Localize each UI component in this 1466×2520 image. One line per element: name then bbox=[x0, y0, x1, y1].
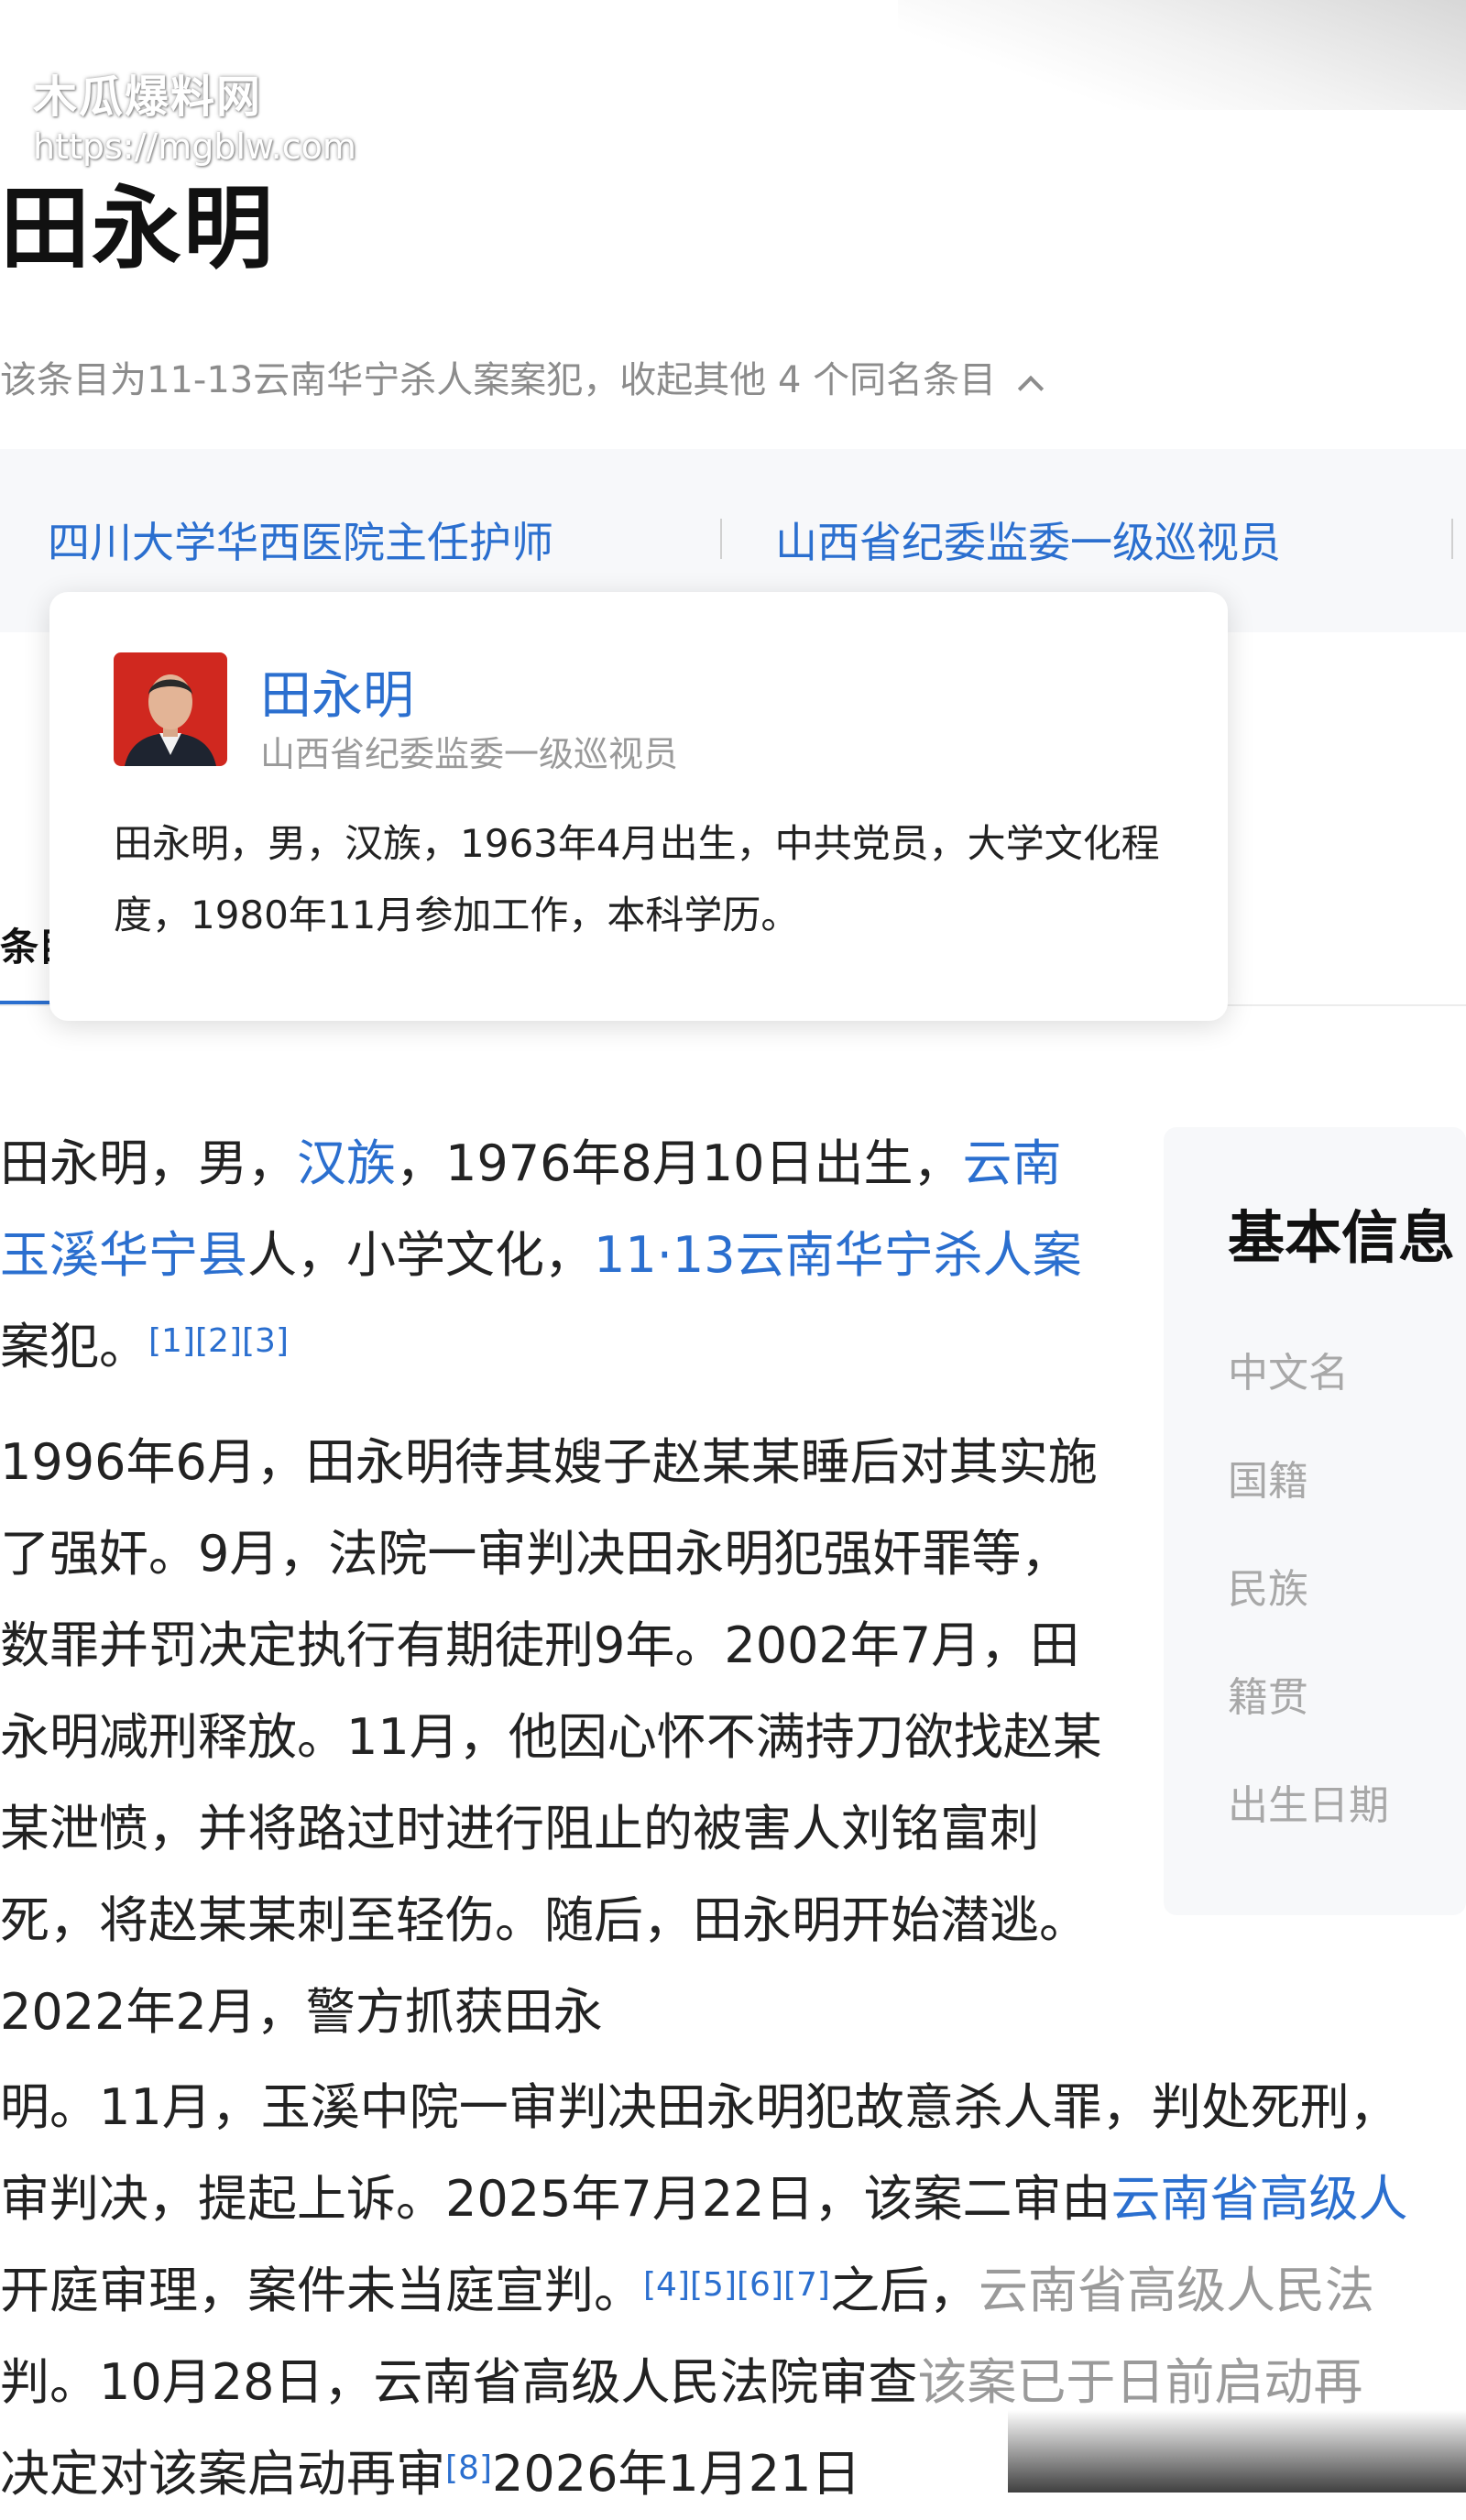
watermark: 木瓜爆料网 https://mgblw.com bbox=[33, 60, 356, 167]
info-label-chinese-name: 中文名 bbox=[1228, 1350, 1349, 1397]
disambiguation-text: 该条目为11-13云南华宁杀人案案犯，收起其他 4 个同名条目 bbox=[0, 359, 997, 401]
person-photo-icon bbox=[114, 652, 227, 766]
text-segment: 判。10月28日，云南省高级人民法院审查 bbox=[0, 2353, 918, 2411]
basic-info-panel: 基本信息 中文名 国籍 民族 籍贯 出生日期 bbox=[1164, 1127, 1466, 1915]
text-segment: 审判决，提起上诉。2025年7月22日，该案二审由 bbox=[0, 2170, 1111, 2228]
same-name-tab-1[interactable]: 四川大学华西医院主任护师 bbox=[48, 509, 553, 570]
ethnicity-link[interactable]: 汉族 bbox=[297, 1134, 396, 1192]
article-body: 田永明，男，汉族，1976年8月10日出生，云南玉溪华宁县人，小学文化，11·1… bbox=[0, 1118, 1109, 2082]
chevron-up-icon[interactable] bbox=[1017, 375, 1045, 402]
reference-links[interactable]: [4][5][6][7] bbox=[643, 2266, 830, 2304]
watermark-site-name: 木瓜爆料网 bbox=[33, 71, 263, 123]
disambiguation-note[interactable]: 该条目为11-13云南华宁杀人案案犯，收起其他 4 个同名条目 bbox=[0, 350, 1045, 403]
paragraph-2: 1996年6月，田永明待其嫂子赵某某睡后对其实施了强奸。9月，法院一审判决田永明… bbox=[0, 1433, 1102, 2041]
text-segment: 之后， bbox=[829, 2262, 979, 2319]
court-link[interactable]: 云南省高级人 bbox=[1111, 2170, 1408, 2228]
intro-paragraph: 田永明，男，汉族，1976年8月10日出生，云南玉溪华宁县人，小学文化，11·1… bbox=[0, 1118, 1109, 1393]
blurred-text: 该案已于日前启动再 bbox=[917, 2353, 1363, 2411]
text-segment: 决定对该案启动再审 bbox=[0, 2445, 445, 2503]
tab-divider bbox=[720, 519, 722, 559]
text-line: 开庭审理，案件未当庭宣判。[4][5][6][7]之后，云南省高级人民法 bbox=[0, 2245, 1466, 2337]
photo-overlay-noise bbox=[1008, 2410, 1466, 2493]
text-line: 审判决，提起上诉。2025年7月22日，该案二审由云南省高级人 bbox=[0, 2153, 1466, 2245]
tab-divider bbox=[1451, 519, 1453, 559]
photo-glare bbox=[898, 0, 1466, 110]
hover-card-description: 田永明，男，汉族，1963年4月出生，中共党员，大学文化程度，1980年11月参… bbox=[114, 821, 1160, 937]
hover-card[interactable]: 田永明 山西省纪委监委一级巡视员 田永明，男，汉族，1963年4月出生，中共党员… bbox=[49, 592, 1228, 1021]
text-segment: 2026年1月21日 bbox=[492, 2445, 861, 2503]
hover-card-subtitle: 山西省纪委监委一级巡视员 bbox=[260, 734, 679, 774]
info-label-birth-date: 出生日期 bbox=[1228, 1782, 1389, 1829]
case-link[interactable]: 11·13云南华宁杀人案 bbox=[594, 1226, 1082, 1284]
blurred-text: 云南省高级人民法 bbox=[978, 2262, 1374, 2319]
hover-card-name[interactable]: 田永明 bbox=[260, 654, 414, 729]
info-label-nationality: 国籍 bbox=[1228, 1458, 1308, 1505]
text-line: 明。11月，玉溪中院一审判决田永明犯故意杀人罪，判处死刑， bbox=[0, 2078, 1399, 2136]
basic-info-title: 基本信息 bbox=[1228, 1204, 1456, 1271]
reference-link[interactable]: [8] bbox=[445, 2449, 492, 2487]
info-label-native-place: 籍贯 bbox=[1228, 1674, 1308, 1721]
avatar[interactable] bbox=[114, 652, 227, 766]
intro-text: 人，小学文化， bbox=[247, 1226, 594, 1284]
intro-text: 案犯。 bbox=[0, 1318, 148, 1375]
intro-text: ，1976年8月10日出生， bbox=[396, 1134, 963, 1192]
intro-text: 田永明，男， bbox=[0, 1134, 297, 1192]
same-name-tab-2[interactable]: 山西省纪委监委一级巡视员 bbox=[775, 509, 1281, 570]
info-label-ethnicity: 民族 bbox=[1228, 1566, 1308, 1613]
reference-links[interactable]: [1][2][3] bbox=[148, 1322, 289, 1360]
text-segment: 开庭审理，案件未当庭宣判。 bbox=[0, 2262, 643, 2319]
page-title: 田永明 bbox=[0, 176, 276, 281]
